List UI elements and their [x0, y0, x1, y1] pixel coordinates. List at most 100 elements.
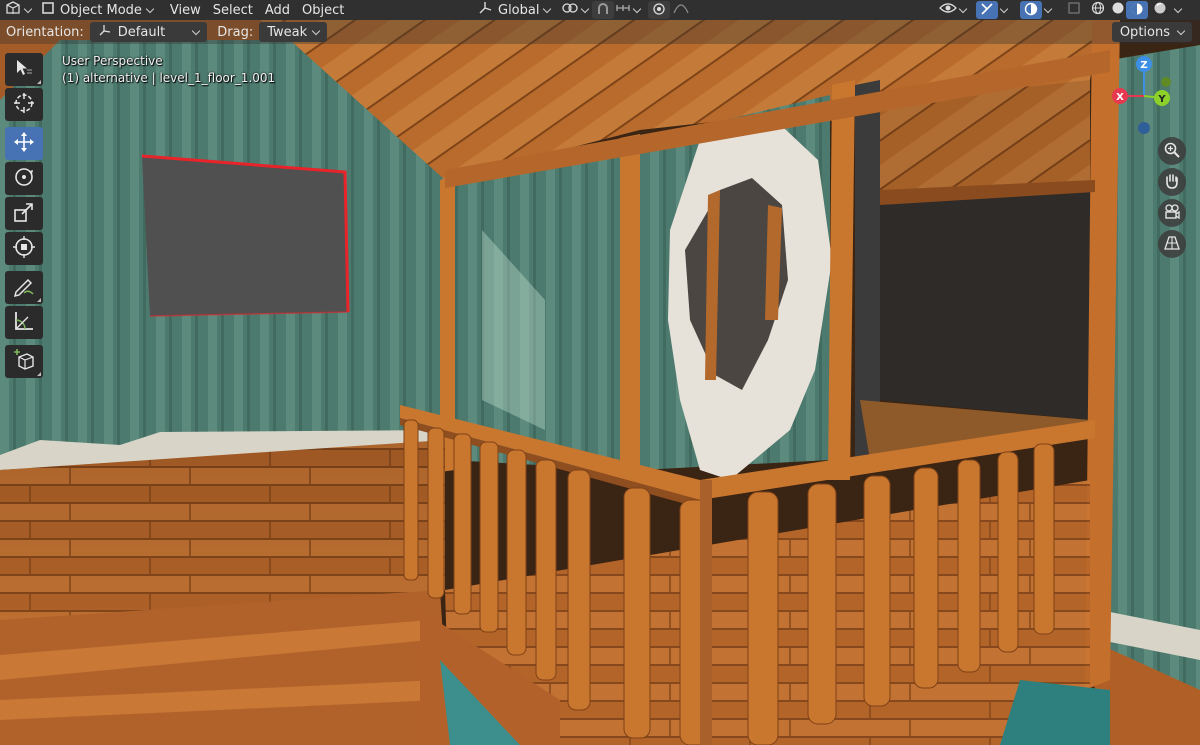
cursor-box-icon: [13, 57, 35, 82]
select-box-tool[interactable]: [5, 53, 43, 86]
pivot-point-dropdown[interactable]: [556, 1, 593, 19]
drag-label: Drag:: [217, 24, 254, 40]
gizmo-x-label: X: [1116, 92, 1124, 103]
rendered-sphere-icon: [1153, 1, 1167, 19]
gizmo-icon: [980, 2, 994, 19]
rotate-tool[interactable]: [5, 162, 43, 195]
editor-type-icon: [5, 1, 21, 19]
material-sphere-icon: [1130, 2, 1144, 19]
gizmo-dropdown[interactable]: [996, 1, 1012, 19]
drag-dropdown[interactable]: Tweak: [259, 22, 328, 42]
magnet-snap-icon: [596, 2, 610, 19]
options-dropdown[interactable]: Options: [1111, 22, 1192, 42]
rotate-icon: [12, 165, 36, 192]
tool-variants-indicator: [37, 372, 41, 376]
viewport-scene-render: [0, 0, 1200, 745]
global-axes-icon: [477, 1, 493, 19]
gizmo-toggle[interactable]: [976, 1, 998, 19]
3d-viewport[interactable]: [0, 0, 1200, 745]
add-cube-icon: [12, 348, 36, 375]
menu-select[interactable]: Select: [207, 3, 259, 18]
shading-rendered-button[interactable]: [1148, 1, 1172, 19]
transform-tool[interactable]: [5, 232, 43, 265]
perspective-toggle-button[interactable]: [1158, 230, 1186, 258]
tool-variants-indicator: [37, 80, 41, 84]
transform-orientation-label: Global: [498, 2, 540, 18]
chevron-down-icon: [311, 26, 321, 35]
transform-orientation-dropdown[interactable]: Global: [472, 1, 555, 19]
tool-settings-bar: Orientation: Default Drag: Tweak: [0, 20, 1200, 44]
chevron-down-icon: [580, 4, 590, 13]
add-cube-tool[interactable]: [5, 345, 43, 378]
chevron-down-icon: [1173, 4, 1183, 13]
camera-view-button[interactable]: [1158, 199, 1186, 227]
scale-tool[interactable]: [5, 197, 43, 230]
snap-increment-icon: [615, 1, 631, 19]
move-tool[interactable]: [5, 127, 43, 160]
editor-type-button[interactable]: [0, 1, 36, 19]
shading-material-button[interactable]: [1126, 1, 1148, 19]
mode-label: Object Mode: [60, 2, 142, 18]
perspective-grid-icon: [1163, 234, 1181, 255]
viewport-info-overlay: User Perspective (1) alternative | level…: [62, 53, 275, 87]
zoom-button[interactable]: [1158, 137, 1186, 165]
proportional-editing-icon: [652, 2, 666, 19]
menu-view[interactable]: View: [164, 3, 207, 18]
chevron-down-icon: [632, 4, 642, 13]
viewport-header: Object Mode View Select Add Object Globa…: [0, 0, 1200, 20]
visibility-dropdown[interactable]: [934, 1, 971, 19]
gizmo-negative-y-ball: [1161, 77, 1171, 87]
chevron-down-icon: [999, 4, 1009, 13]
solid-sphere-icon: [1111, 1, 1125, 19]
gizmo-negative-z-ball: [1138, 122, 1150, 134]
overlays-dropdown[interactable]: [1040, 1, 1056, 19]
falloff-curve-icon: [673, 1, 689, 19]
options-label: Options: [1119, 24, 1170, 40]
orientation-value: Default: [117, 24, 166, 40]
hand-pan-icon: [1163, 172, 1181, 193]
navigation-gizmo[interactable]: Z X Y: [1108, 52, 1180, 136]
chevron-down-icon: [1043, 4, 1053, 13]
toolbar: [5, 53, 45, 380]
wireframe-sphere-icon: [1091, 1, 1105, 19]
orientation-dropdown[interactable]: Default: [89, 22, 208, 42]
eye-visibility-icon: [939, 1, 957, 19]
shading-dropdown[interactable]: [1170, 1, 1186, 19]
pencil-annotate-icon: [12, 274, 36, 301]
falloff-dropdown[interactable]: [668, 1, 694, 19]
perspective-label: User Perspective: [62, 54, 163, 68]
zoom-icon: [1163, 141, 1181, 162]
drag-value: Tweak: [267, 24, 308, 40]
overlays-icon: [1024, 2, 1038, 19]
orientation-label: Orientation:: [6, 24, 84, 40]
proportional-editing-toggle[interactable]: [648, 1, 670, 19]
camera-icon: [1163, 203, 1181, 224]
ruler-measure-icon: [12, 309, 36, 336]
gizmo-y-label: Y: [1157, 94, 1166, 105]
menu-add[interactable]: Add: [259, 3, 296, 18]
mode-dropdown[interactable]: Object Mode: [36, 1, 158, 19]
chevron-down-icon: [145, 4, 155, 13]
transform-icon: [12, 235, 36, 262]
scale-icon: [12, 200, 36, 227]
measure-tool[interactable]: [5, 306, 43, 339]
chevron-down-icon: [23, 4, 33, 13]
crosshair-cursor-icon: [12, 91, 36, 118]
pivot-point-icon: [561, 1, 579, 19]
pan-button[interactable]: [1158, 168, 1186, 196]
chevron-down-icon: [958, 4, 968, 13]
gizmo-z-label: Z: [1140, 60, 1147, 71]
chevron-down-icon: [1176, 26, 1186, 35]
cursor-tool[interactable]: [5, 88, 43, 121]
menu-object[interactable]: Object: [296, 3, 350, 18]
object-mode-icon: [41, 1, 55, 19]
overlays-toggle[interactable]: [1020, 1, 1042, 19]
chevron-down-icon: [543, 4, 552, 13]
annotate-tool[interactable]: [5, 271, 43, 304]
chevron-down-icon: [192, 26, 201, 35]
orientation-axes-icon: [98, 23, 112, 41]
object-info-label: (1) alternative | level_1_floor_1.001: [62, 71, 276, 85]
xray-toggle[interactable]: [1062, 1, 1086, 19]
tool-variants-indicator: [37, 298, 41, 302]
snap-target-dropdown[interactable]: [610, 1, 645, 19]
